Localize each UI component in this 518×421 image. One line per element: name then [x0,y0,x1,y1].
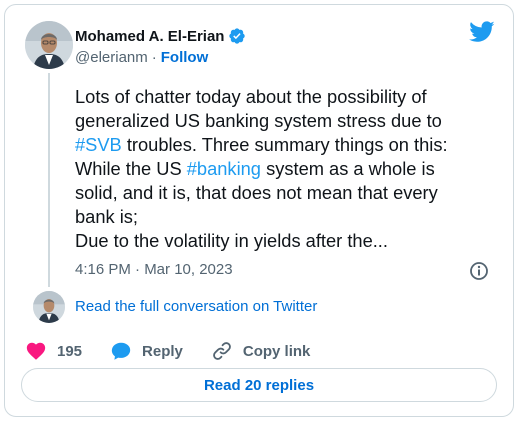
heart-icon [26,342,46,360]
like-count: 195 [57,342,83,360]
tweet-text-line: solid, and it is, that does not mean tha… [75,181,503,205]
reply-button[interactable]: Reply [110,340,183,362]
tweet-text-segment: troubles. Three summary things on this: [121,134,448,155]
hashtag-link[interactable]: #SVB [75,134,122,155]
author-name[interactable]: Mohamed A. El-Erian [75,27,246,45]
handle-separator: · [151,49,157,66]
tweet-text-line: Lots of chatter today about the possibil… [75,85,503,109]
author-avatar-photo [25,21,73,69]
tweet-text-segment: generalized US banking system stress due… [75,110,442,131]
tweet-timestamp[interactable]: 4:16 PM · Mar 10, 2023 [75,261,233,278]
author-avatar[interactable] [25,21,73,69]
timestamp-text[interactable]: 4:16 PM · Mar 10, 2023 [75,261,233,278]
tweet-text-segment: bank is; [75,206,139,227]
verified-badge-icon [229,28,246,44]
speech-bubble-icon [111,342,131,360]
action-bar: 195 Reply Copy link [25,339,338,363]
author-name-text[interactable]: Mohamed A. El-Erian [75,28,224,45]
tweet-text-segment: solid, and it is, that does not mean tha… [75,182,438,203]
conversation-avatar[interactable] [33,291,65,323]
like-button[interactable]: 195 [25,340,82,362]
follow-button[interactable]: Follow [161,49,209,66]
copy-link-label: Copy link [242,342,311,360]
read-full-conversation-link[interactable]: Read the full conversation on Twitter [75,298,317,315]
tweet-text-line: While the US #banking system as a whole … [75,157,503,181]
tweet-text: Lots of chatter today about the possibil… [75,85,503,253]
tweet-card: Mohamed A. El-Erian @elerianm · Follow L… [4,4,514,417]
tweet-text-segment: Due to the volatility in yields after th… [75,230,388,251]
tweet-text-line: generalized US banking system stress due… [75,109,503,133]
tweet-text-segment: While the US [75,158,187,179]
conversation-avatar-photo [33,291,65,323]
reply-label: Reply [142,342,183,360]
read-replies-button[interactable]: Read 20 replies [21,368,497,402]
handle-row: @elerianm · Follow [75,49,208,66]
tweet-text-segment: system as a whole is [260,158,435,179]
copy-link-button[interactable]: Copy link [211,340,311,362]
thread-connector-line [48,73,50,287]
tweet-text-line: Due to the volatility in yields after th… [75,229,503,253]
tweet-text-segment: Lots of chatter today about the possibil… [75,86,427,107]
link-icon [213,342,231,360]
tweet-text-line: bank is; [75,205,503,229]
tweet-text-line: #SVB troubles. Three summary things on t… [75,133,503,157]
info-icon[interactable] [469,261,489,281]
twitter-bird-icon[interactable] [469,21,495,43]
hashtag-link[interactable]: #banking [187,158,261,179]
read-replies-label: Read 20 replies [203,376,315,394]
author-handle[interactable]: @elerianm [75,49,148,66]
